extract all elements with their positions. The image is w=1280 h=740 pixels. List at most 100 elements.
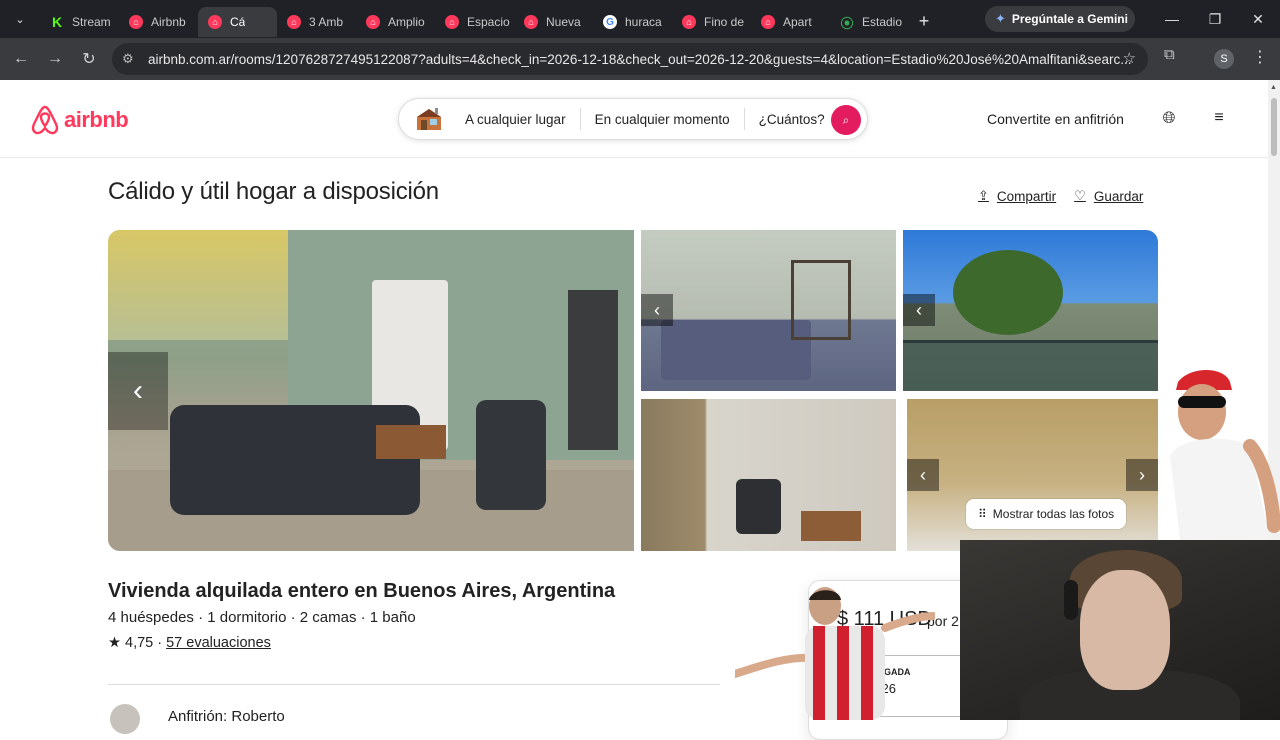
airbnb-favicon-icon: ⌂: [287, 15, 301, 29]
gemini-button[interactable]: ✦ Pregúntale a Gemini: [985, 6, 1135, 32]
address-bar[interactable]: ⚙ airbnb.com.ar/rooms/120762872749512208…: [112, 43, 1148, 75]
site-info-icon[interactable]: ⚙: [122, 51, 134, 67]
close-window-button[interactable]: ✕: [1238, 6, 1278, 32]
google-favicon-icon: G: [603, 15, 617, 29]
url-text: airbnb.com.ar/rooms/1207628727495122087?…: [148, 51, 1132, 67]
airbnb-logo[interactable]: airbnb: [30, 104, 129, 136]
next-photo-button[interactable]: ›: [1126, 459, 1158, 491]
section-divider: [108, 684, 720, 685]
menu-icon[interactable]: ≡: [1202, 100, 1236, 136]
streamer-webcam: [960, 540, 1280, 720]
show-all-photos-button[interactable]: ⠿ Mostrar todas las fotos: [966, 499, 1127, 529]
save-button[interactable]: ♡ Guardar: [1074, 188, 1143, 204]
prev-photo-button[interactable]: ‹: [903, 294, 935, 326]
browser-tab[interactable]: ⦿ Estadio: [830, 7, 909, 37]
reviews-link[interactable]: 57 evaluaciones: [166, 635, 271, 651]
back-button[interactable]: ←: [4, 44, 38, 74]
prev-photo-button[interactable]: ‹: [108, 352, 168, 430]
photo-living[interactable]: [641, 399, 896, 551]
airbnb-logo-text: airbnb: [64, 107, 129, 132]
airbnb-favicon-icon: ⌂: [761, 15, 775, 29]
house-icon: [417, 108, 441, 130]
bookmark-star-icon[interactable]: ☆: [1123, 49, 1136, 67]
webcam-face: [1080, 570, 1170, 690]
prev-photo-button[interactable]: ‹: [641, 294, 673, 326]
main-photo[interactable]: ‹: [108, 230, 634, 551]
gemini-label: Pregúntale a Gemini: [1011, 12, 1128, 26]
tab-title: Apart: [783, 15, 812, 29]
forward-button[interactable]: →: [38, 44, 72, 74]
extensions-icon[interactable]: ⧉: [1164, 46, 1175, 63]
browser-tab[interactable]: ⌂ Amplio: [356, 7, 435, 37]
listing-subtitle: Vivienda alquilada entero en Buenos Aire…: [108, 580, 616, 602]
browser-tab[interactable]: Ghuraca: [593, 7, 672, 37]
tab-title: Amplio: [388, 15, 425, 29]
search-submit-button[interactable]: ⌕: [831, 105, 861, 135]
airbnb-header: airbnb A cualquier lugar En cualquier mo…: [0, 80, 1268, 158]
tab-title: 3 Amb: [309, 15, 344, 29]
photo-sofa: [170, 405, 420, 515]
maximize-button[interactable]: ❐: [1195, 6, 1235, 32]
photo-mirror: [108, 230, 288, 340]
share-label: Compartir: [996, 188, 1057, 204]
browser-tab[interactable]: ⌂ Airbnb: [119, 7, 198, 37]
photo-bedroom[interactable]: ‹: [641, 230, 896, 391]
browser-tab[interactable]: K Stream: [40, 7, 119, 37]
search-who[interactable]: ¿Cuántos?: [745, 112, 839, 127]
listing-actions: ⇪ Compartir ♡ Guardar: [978, 188, 1161, 204]
rating-value: ★ 4,75 ·: [108, 635, 163, 651]
tab-title: Cá: [230, 15, 246, 29]
tab-title: Estadio: [862, 15, 903, 29]
person-sticker: [1170, 370, 1280, 540]
browser-tab[interactable]: ⌂ Fino de: [672, 7, 751, 37]
share-button[interactable]: ⇪ Compartir: [978, 188, 1056, 204]
photo-table: [801, 511, 861, 541]
photo-table: [376, 425, 446, 459]
photo-balcony[interactable]: ‹: [903, 230, 1158, 391]
heart-icon: ♡: [1074, 188, 1086, 203]
photo-bed: [661, 320, 811, 380]
photo-fridge: [568, 290, 618, 450]
host-avatar[interactable]: [110, 704, 140, 734]
prev-photo-button[interactable]: ‹: [907, 459, 939, 491]
airbnb-favicon-icon: ⌂: [445, 15, 459, 29]
photo-tree: [953, 250, 1063, 335]
tab-title: Nueva: [546, 15, 581, 29]
profile-avatar[interactable]: S: [1214, 49, 1234, 69]
photo-railing: [903, 340, 1158, 391]
scroll-up-icon[interactable]: ▲: [1270, 84, 1277, 91]
globe-icon[interactable]: 🌐︎: [1155, 105, 1183, 133]
airbnb-favicon-icon: ⌂: [129, 15, 143, 29]
tab-title: Fino de: [704, 15, 745, 29]
tab-title: Stream: [72, 15, 111, 29]
browser-tab[interactable]: ⌂ Cá: [198, 7, 277, 37]
scrollbar-thumb[interactable]: [1271, 98, 1277, 156]
browser-tab[interactable]: ⌂ Espacio: [435, 7, 514, 37]
new-tab-button[interactable]: +: [909, 11, 939, 32]
tab-title: Airbnb: [151, 15, 186, 29]
search-when[interactable]: En cualquier momento: [581, 112, 744, 127]
maps-favicon-icon: ⦿: [840, 15, 854, 31]
kick-favicon-icon: K: [50, 14, 64, 30]
browser-menu-icon[interactable]: ⋮: [1252, 47, 1268, 67]
tab-list: K Stream ⌂ Airbnb ⌂ Cá ⌂ 3 Amb ⌂ Amplio ⌂ Espacio ⌂ N…: [40, 1, 909, 37]
airbnb-favicon-icon: ⌂: [208, 15, 222, 29]
become-host-link[interactable]: Convertite en anfitrión: [987, 111, 1124, 127]
gemini-icon: ✦: [995, 11, 1006, 26]
tab-title: huraca: [625, 15, 662, 29]
search-bar[interactable]: A cualquier lugar En cualquier momento ¿…: [398, 98, 868, 140]
airbnb-favicon-icon: ⌂: [366, 15, 380, 29]
host-name: Anfitrión: Roberto: [168, 708, 285, 725]
share-icon: ⇪: [978, 188, 989, 203]
show-all-photos-label: Mostrar todas las fotos: [992, 507, 1115, 521]
tab-search-button[interactable]: ⌄: [6, 6, 34, 32]
browser-tab[interactable]: ⌂ Apart: [751, 7, 830, 37]
browser-tab[interactable]: ⌂ 3 Amb: [277, 7, 356, 37]
minimize-button[interactable]: —: [1152, 6, 1192, 32]
airbnb-favicon-icon: ⌂: [682, 15, 696, 29]
reload-button[interactable]: ↻: [72, 44, 106, 74]
search-where[interactable]: A cualquier lugar: [451, 112, 580, 127]
airbnb-logo-icon: [31, 105, 59, 135]
tab-title: Espacio: [467, 15, 510, 29]
browser-tab[interactable]: ⌂ Nueva: [514, 7, 593, 37]
